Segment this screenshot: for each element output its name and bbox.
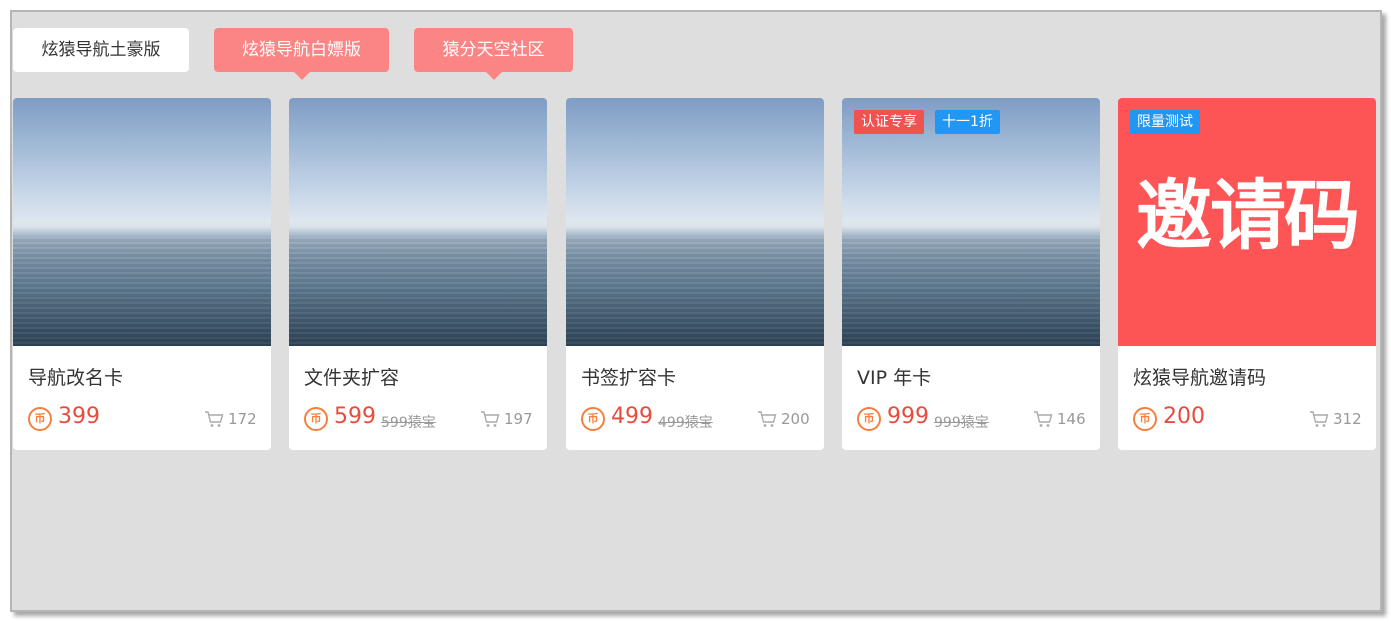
- price-row: 币 999 999猿宝 146: [857, 404, 1086, 434]
- tab-deluxe[interactable]: 炫猿导航土豪版: [13, 28, 189, 72]
- cart-icon: [1034, 411, 1053, 427]
- product-price: 200: [1163, 404, 1205, 429]
- sales-count: 200: [757, 410, 810, 428]
- product-price: 499: [611, 404, 653, 429]
- price-row: 币 599 599猿宝 197: [304, 404, 533, 434]
- price-row: 币 499 499猿宝 200: [581, 404, 810, 434]
- product-image: [289, 98, 547, 346]
- product-title: 书签扩容卡: [581, 367, 677, 389]
- product-image: 邀请码: [1118, 98, 1376, 346]
- product-card[interactable]: 文件夹扩容 币 599 599猿宝 197: [289, 98, 547, 450]
- product-price: 999: [887, 404, 929, 429]
- product-image: [13, 98, 271, 346]
- invite-image-text: 邀请码: [1136, 171, 1360, 260]
- cart-icon: [758, 411, 777, 427]
- coin-icon: 币: [28, 407, 52, 431]
- product-image: [842, 98, 1100, 346]
- price-row: 币 200 312: [1133, 404, 1362, 434]
- badge-limited: 限量测试: [1130, 110, 1200, 134]
- coin-icon: 币: [581, 407, 605, 431]
- badge-certified: 认证专享: [854, 110, 924, 134]
- coin-icon: 币: [1133, 407, 1157, 431]
- product-card[interactable]: 认证专享 十一1折 VIP 年卡 币 999 999猿宝 146: [842, 98, 1100, 450]
- coin-icon: 币: [857, 407, 881, 431]
- price-row: 币 399 172: [28, 404, 257, 434]
- cart-icon: [1310, 411, 1329, 427]
- sales-count: 312: [1309, 410, 1362, 428]
- product-card[interactable]: 邀请码 限量测试 炫猿导航邀请码 币 200 312: [1118, 98, 1376, 450]
- coin-icon: 币: [304, 407, 328, 431]
- product-card[interactable]: 导航改名卡 币 399 172: [13, 98, 271, 450]
- badge-discount: 十一1折: [935, 110, 1000, 134]
- cart-icon: [205, 411, 224, 427]
- product-title: 文件夹扩容: [304, 367, 400, 389]
- shop-panel: 炫猿导航土豪版 炫猿导航白嫖版 猿分天空社区 导航改名卡 币 399 172 文…: [10, 10, 1382, 612]
- product-price: 599: [334, 404, 376, 429]
- sales-count: 146: [1033, 410, 1086, 428]
- tab-community[interactable]: 猿分天空社区: [414, 28, 573, 80]
- original-price: 999猿宝: [934, 415, 989, 431]
- original-price: 499猿宝: [658, 415, 713, 431]
- sales-count: 172: [204, 410, 257, 428]
- cart-icon: [481, 411, 500, 427]
- product-image: [566, 98, 824, 346]
- product-title: VIP 年卡: [857, 367, 932, 389]
- tab-free[interactable]: 炫猿导航白嫖版: [214, 28, 389, 80]
- original-price: 599猿宝: [381, 415, 436, 431]
- product-price: 399: [58, 404, 100, 429]
- sales-count: 197: [480, 410, 533, 428]
- product-title: 炫猿导航邀请码: [1133, 367, 1267, 389]
- product-card[interactable]: 书签扩容卡 币 499 499猿宝 200: [566, 98, 824, 450]
- product-title: 导航改名卡: [28, 367, 124, 389]
